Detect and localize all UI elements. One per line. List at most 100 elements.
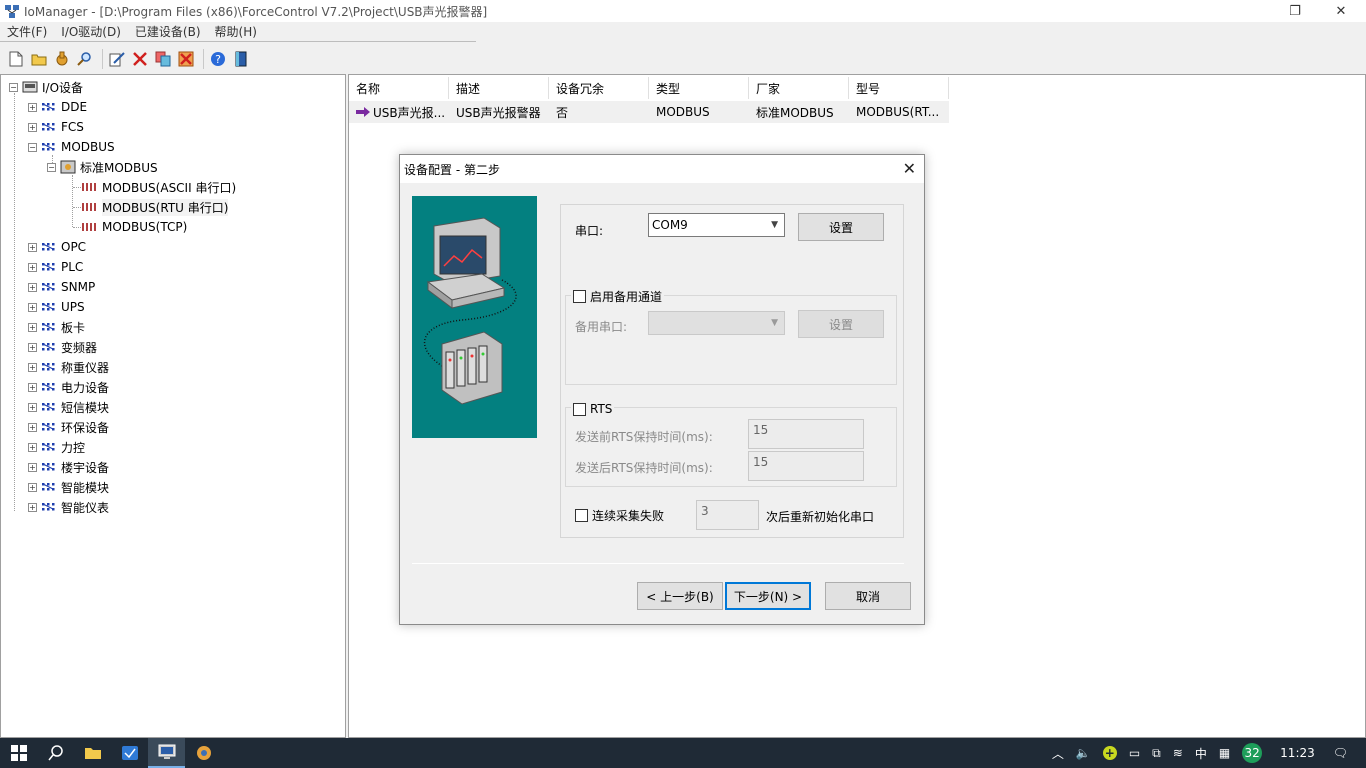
port-select[interactable]: COM9 ▼	[648, 213, 785, 237]
tree-item[interactable]: − MODBUS	[28, 137, 115, 157]
notification-badge[interactable]: 32	[1242, 743, 1263, 763]
help-icon[interactable]: ?	[208, 49, 228, 69]
fail-checkbox-row[interactable]: 连续采集失败	[575, 508, 664, 523]
tree-item[interactable]: + 电力设备	[28, 377, 109, 397]
expand-icon[interactable]: +	[28, 302, 37, 312]
tree-item[interactable]: + 力控	[28, 437, 85, 457]
book-icon[interactable]	[231, 49, 251, 69]
menu-help[interactable]: 帮助(H)	[208, 23, 264, 40]
tree-item[interactable]: + SNMP	[28, 277, 95, 297]
wifi-icon[interactable]: ≋	[1173, 746, 1183, 760]
back-button[interactable]: < 上一步(B)	[637, 582, 723, 610]
tree-leaf-modbus-tcp[interactable]: MODBUS(TCP)	[73, 217, 187, 237]
column-header-vendor[interactable]: 厂家	[749, 77, 849, 99]
rts-after-input[interactable]: 15	[748, 451, 864, 481]
tree-item[interactable]: + 智能模块	[28, 477, 109, 497]
expand-icon[interactable]: +	[28, 382, 37, 392]
open-folder-icon[interactable]	[29, 49, 49, 69]
tree-item[interactable]: + UPS	[28, 297, 85, 317]
expand-icon[interactable]: +	[28, 402, 37, 412]
expand-icon[interactable]: +	[28, 442, 37, 452]
tree-item[interactable]: + PLC	[28, 257, 83, 277]
expand-icon[interactable]: +	[28, 362, 37, 372]
tree-item[interactable]: + OPC	[28, 237, 86, 257]
delete-icon[interactable]	[130, 49, 150, 69]
tree-item[interactable]: + 环保设备	[28, 417, 109, 437]
next-button[interactable]: 下一步(N) >	[725, 582, 811, 610]
search-icon[interactable]	[37, 738, 74, 768]
collapse-icon[interactable]: −	[9, 82, 18, 92]
tree-root[interactable]: − I/O设备	[9, 77, 83, 97]
tree-leaf-modbus-ascii[interactable]: MODBUS(ASCII 串行口)	[73, 177, 236, 197]
expand-icon[interactable]: +	[28, 482, 37, 492]
menu-devices[interactable]: 已建设备(B)	[128, 23, 208, 40]
fail-count-input[interactable]: 3	[696, 500, 759, 530]
close-window-button[interactable]: ✕	[1318, 0, 1364, 22]
volume-icon[interactable]: 🔈	[1076, 746, 1091, 760]
backup-checkbox[interactable]	[573, 289, 586, 303]
mail-app-icon[interactable]	[111, 738, 148, 768]
forcecontrol-taskbar-icon[interactable]	[185, 738, 222, 768]
keyboard-icon[interactable]: ▦	[1219, 746, 1230, 760]
search-icon[interactable]	[75, 49, 95, 69]
close-icon[interactable]: ✕	[903, 159, 916, 178]
expand-icon[interactable]: +	[28, 262, 37, 272]
expand-icon[interactable]: +	[28, 102, 37, 112]
port-settings-button[interactable]: 设置	[798, 213, 884, 241]
tree-item[interactable]: + 楼宇设备	[28, 457, 109, 477]
green-plus-icon[interactable]: +	[1102, 746, 1117, 760]
tree-item[interactable]: + DDE	[28, 97, 87, 117]
menu-io-driver[interactable]: I/O驱动(D)	[54, 23, 128, 40]
cut-icon[interactable]	[176, 49, 196, 69]
copy-icon[interactable]	[153, 49, 173, 69]
chevron-up-icon[interactable]: ︿	[1052, 745, 1064, 762]
column-header-type[interactable]: 类型	[649, 77, 749, 99]
expand-icon[interactable]: +	[28, 122, 37, 132]
tree-leaf-modbus-rtu[interactable]: MODBUS(RTU 串行口)	[73, 197, 229, 217]
table-row[interactable]: USB声光报... USB声光报警器 否 MODBUS 标准MODBUS MOD…	[349, 101, 949, 123]
tree-item[interactable]: + 短信模块	[28, 397, 109, 417]
fail-checkbox[interactable]	[575, 508, 588, 522]
tree-item[interactable]: + 变频器	[28, 337, 97, 357]
iomanager-taskbar-icon[interactable]	[148, 738, 185, 768]
restore-button[interactable]: ❐	[1272, 0, 1318, 22]
column-header-name[interactable]: 名称	[349, 77, 449, 99]
ime-indicator[interactable]: 中	[1195, 745, 1207, 762]
expand-icon[interactable]: +	[28, 422, 37, 432]
screen-icon[interactable]: ⧉	[1152, 746, 1161, 761]
expand-icon[interactable]: +	[28, 282, 37, 292]
expand-icon[interactable]: +	[28, 462, 37, 472]
column-header-model[interactable]: 型号	[849, 77, 949, 99]
column-header-redundancy[interactable]: 设备冗余	[549, 77, 649, 99]
menu-file[interactable]: 文件(F)	[0, 23, 54, 40]
windows-start-icon[interactable]	[0, 738, 37, 768]
expand-icon[interactable]: +	[28, 342, 37, 352]
column-header-desc[interactable]: 描述	[449, 77, 549, 99]
backup-checkbox-row[interactable]: 启用备用通道	[571, 289, 665, 304]
expand-icon[interactable]: +	[28, 242, 37, 252]
battery-icon[interactable]: ▭	[1129, 746, 1140, 760]
backup-port-select[interactable]: ▼	[648, 311, 785, 335]
collapse-icon[interactable]: −	[28, 142, 37, 152]
clock[interactable]: 11:23	[1280, 746, 1315, 760]
tree-item-standard-modbus[interactable]: − 标准MODBUS	[47, 157, 158, 177]
tree-item[interactable]: + FCS	[28, 117, 84, 137]
new-file-icon[interactable]	[6, 49, 26, 69]
rts-before-input[interactable]: 15	[748, 419, 864, 449]
tree-item[interactable]: + 称重仪器	[28, 357, 109, 377]
tree-item[interactable]: + 板卡	[28, 317, 85, 337]
device-tree[interactable]: − I/O设备 + DDE + FCS − MODBUS + OPC + PLC + SNMP + UPS…	[0, 74, 346, 738]
expand-icon[interactable]: +	[28, 502, 37, 512]
cancel-button[interactable]: 取消	[825, 582, 911, 610]
edit-icon[interactable]	[107, 49, 127, 69]
expand-icon[interactable]: +	[28, 322, 37, 332]
collapse-icon[interactable]: −	[47, 162, 56, 172]
tree-item[interactable]: + 智能仪表	[28, 497, 109, 517]
tree-item-label: 电力设备	[61, 380, 110, 395]
hand-icon[interactable]	[52, 49, 72, 69]
rts-checkbox-row[interactable]: RTS	[571, 402, 615, 416]
rts-checkbox[interactable]	[573, 402, 586, 416]
file-explorer-icon[interactable]	[74, 738, 111, 768]
action-center-icon[interactable]: 🗨	[1333, 746, 1348, 760]
backup-settings-button[interactable]: 设置	[798, 310, 884, 338]
